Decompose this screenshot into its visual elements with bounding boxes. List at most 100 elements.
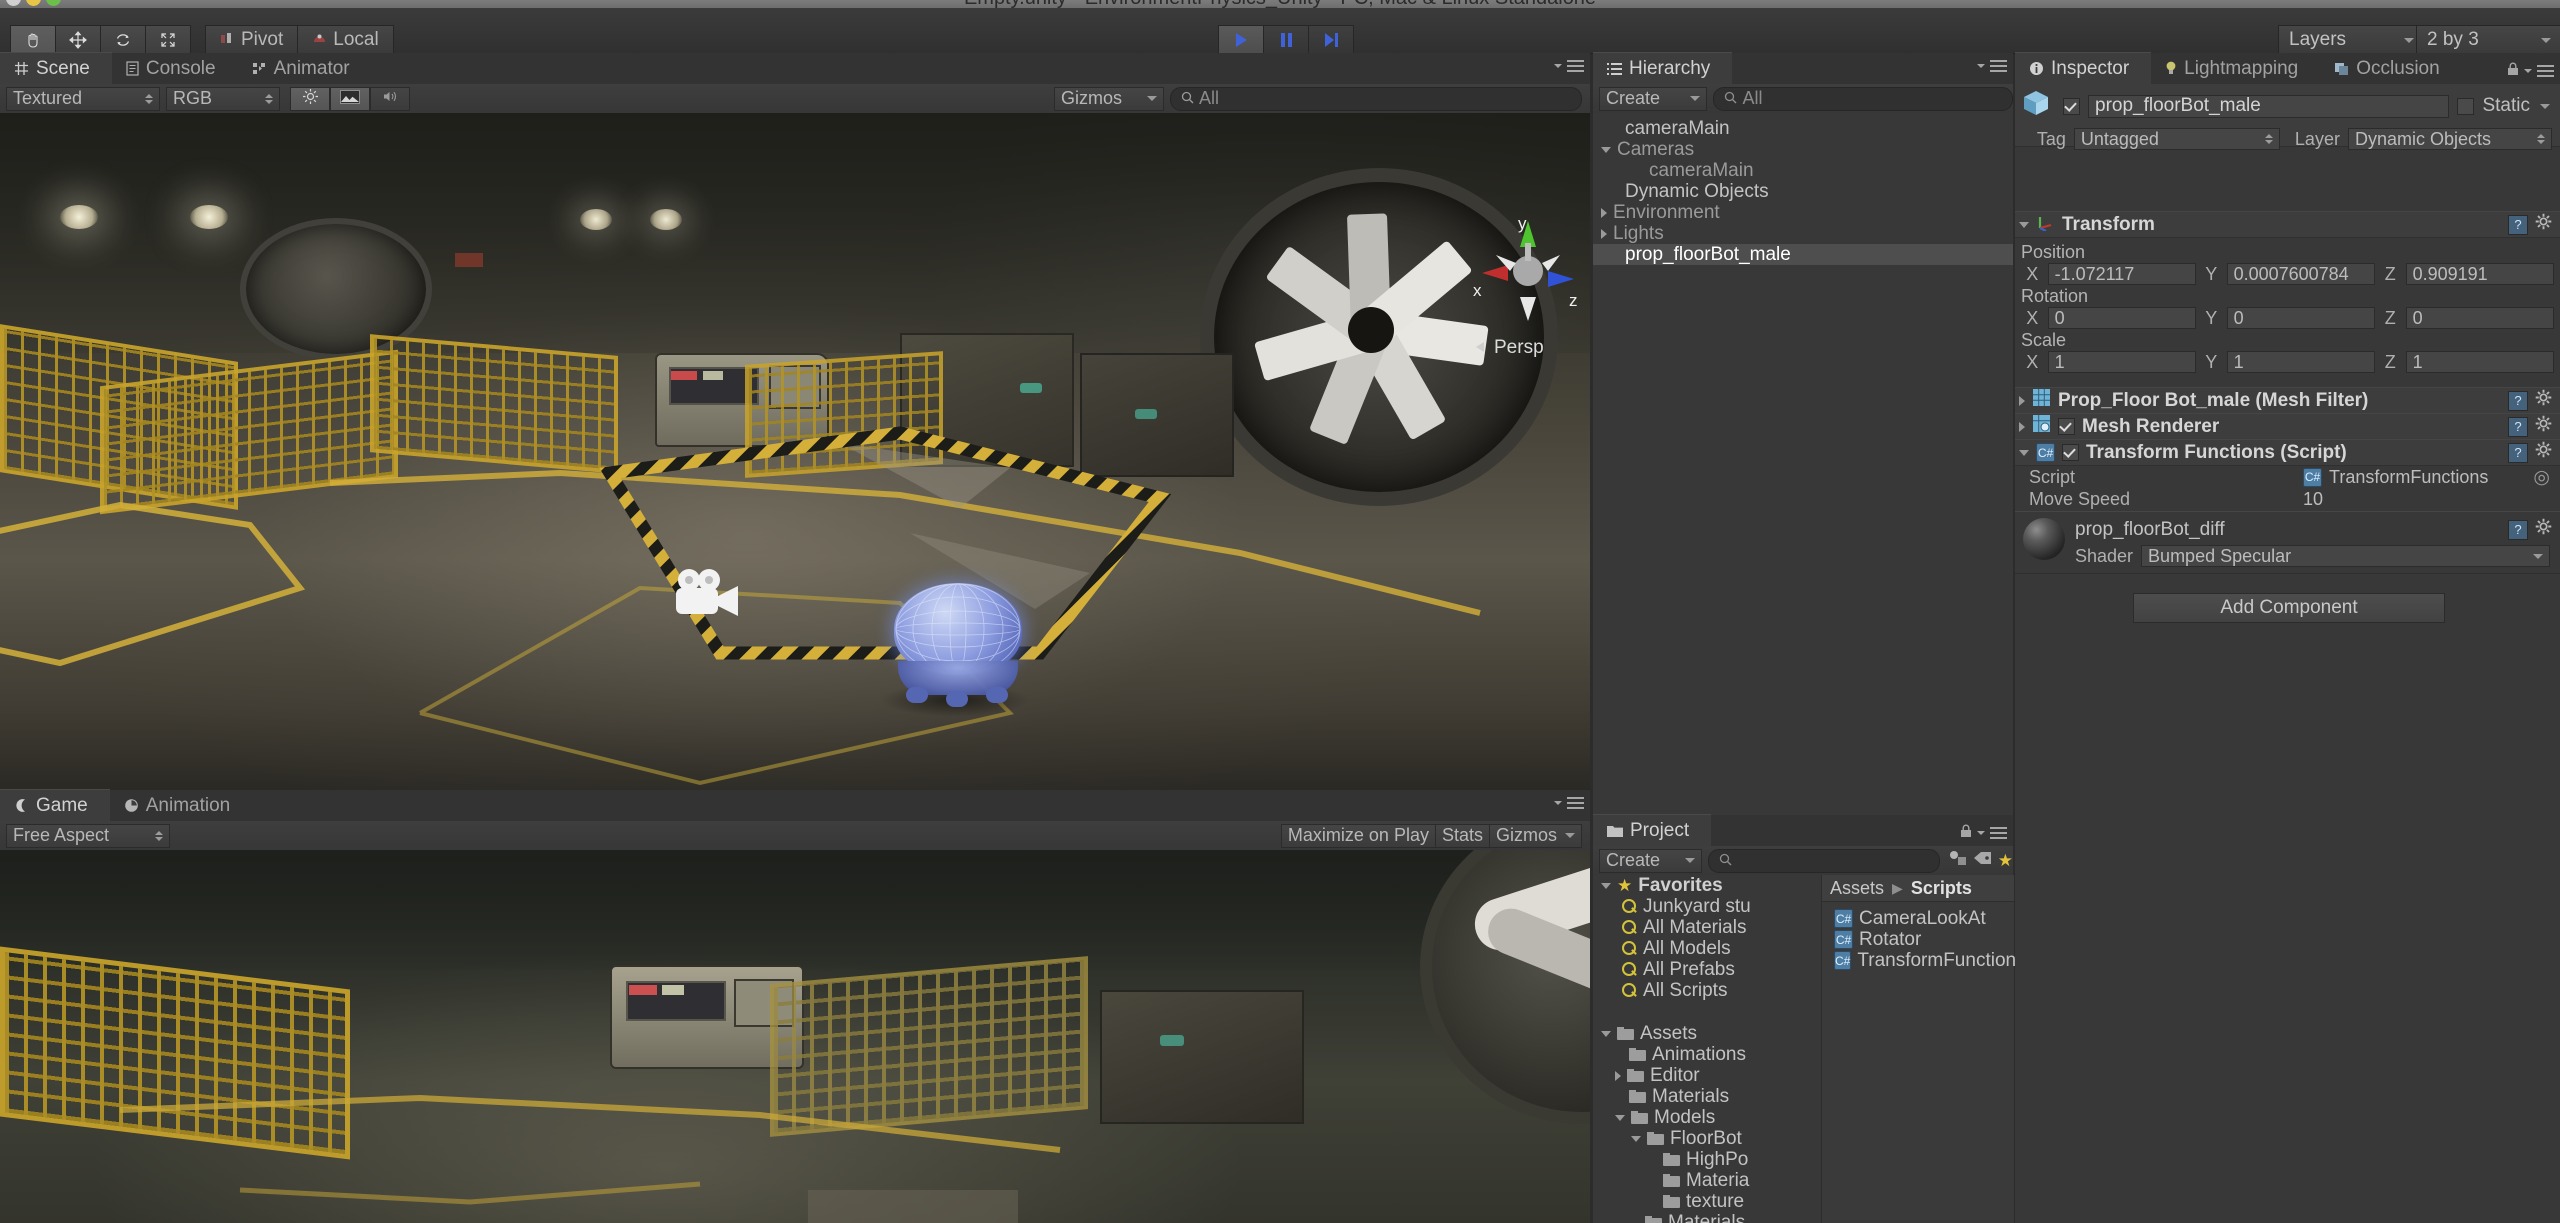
game-panel-menu[interactable] [1554,797,1584,809]
tab-inspector[interactable]: Inspector [2015,52,2152,84]
layers-dropdown[interactable]: Layers [2278,25,2425,55]
label-filter-icon[interactable] [1973,850,1992,872]
project-favorite-item[interactable]: Junkyard stu [1593,896,1821,917]
game-viewport[interactable] [0,850,1590,1223]
layer-dropdown[interactable]: Dynamic Objects [2347,128,2552,150]
render-mode-dropdown[interactable]: RGB [166,86,280,111]
hierarchy-create-button[interactable]: Create [1599,86,1708,111]
gear-icon[interactable] [2535,213,2552,236]
layout-dropdown[interactable]: 2 by 3 [2416,25,2560,55]
shader-dropdown[interactable]: Bumped Specular [2141,545,2550,567]
scene-camera-gizmo[interactable] [672,568,750,636]
rotation-y-field[interactable]: 0 [2226,307,2375,329]
chevron-down-icon[interactable] [2019,449,2029,456]
project-favorite-item[interactable]: All Prefabs [1593,959,1821,980]
help-icon[interactable]: ? [2508,390,2528,411]
chevron-down-icon[interactable] [1631,1135,1641,1142]
transform-header[interactable]: Transform ? [2015,211,2560,238]
material-name[interactable]: prop_floorBot_diff [2075,519,2225,541]
lock-icon[interactable] [2507,60,2519,82]
scene-audio-toggle[interactable] [370,86,410,111]
scene-panel-menu[interactable] [1554,60,1584,72]
scale-x-field[interactable]: 1 [2047,351,2196,373]
scene-viewport[interactable]: y x z Persp [0,113,1590,790]
hierarchy-item-cameras[interactable]: Cameras [1593,139,2013,160]
selected-object-robot[interactable] [888,583,1028,707]
chevron-right-icon[interactable] [1601,228,1607,239]
move-speed-value[interactable]: 10 [2303,489,2323,510]
rotation-x-field[interactable]: 0 [2047,307,2196,329]
tab-occlusion[interactable]: Occlusion [2320,53,2461,84]
tab-console[interactable]: Console [112,53,238,84]
chevron-down-icon[interactable] [1601,146,1611,153]
project-tree-item-models[interactable]: Models [1593,1107,1821,1128]
project-file-item[interactable]: C# TransformFunctions [1822,950,2026,971]
breadcrumb-assets[interactable]: Assets [1830,878,1884,899]
project-favorite-item[interactable]: All Scripts [1593,980,1821,1001]
project-favorite-item[interactable]: All Materials [1593,917,1821,938]
project-favorites-root[interactable]: ★ Favorites [1593,875,1821,896]
hierarchy-item-lights[interactable]: Lights [1593,223,2013,244]
add-component-button[interactable]: Add Component [2133,593,2445,623]
lock-icon[interactable] [1960,822,1972,844]
scene-search-input[interactable]: All [1170,86,1582,111]
hand-tool-button[interactable] [10,25,55,55]
project-create-button[interactable]: Create [1599,848,1702,873]
hierarchy-item-environment[interactable]: Environment [1593,202,2013,223]
local-toggle[interactable]: Local [297,25,394,55]
chevron-right-icon[interactable] [1601,207,1607,218]
hierarchy-tree[interactable]: cameraMain Cameras cameraMain Dynamic Ob… [1593,113,2013,820]
object-name-field[interactable]: prop_floorBot_male [2088,94,2450,118]
transform-functions-header[interactable]: C# Transform Functions (Script) ? [2015,439,2560,466]
scene-lighting-toggle[interactable] [290,86,330,111]
project-tree-item-floorbot[interactable]: FloorBot [1593,1128,1821,1149]
tag-dropdown[interactable]: Untagged [2073,128,2280,150]
breadcrumb-scripts[interactable]: Scripts [1911,878,1972,899]
scene-axis-gizmo[interactable]: y x z Persp [1468,213,1588,363]
scale-z-field[interactable]: 1 [2405,351,2554,373]
pause-button[interactable] [1263,25,1308,55]
tab-scene[interactable]: Scene [0,52,112,84]
hierarchy-item-prop-floorbot-male[interactable]: prop_floorBot_male [1593,244,2013,265]
tab-lightmapping[interactable]: Lightmapping [2151,53,2320,84]
gear-icon[interactable] [2535,389,2552,412]
favorite-star-icon[interactable]: ★ [1998,851,2013,871]
project-tree-item-editor[interactable]: Editor [1593,1065,1821,1086]
transform-functions-checkbox[interactable] [2062,444,2079,461]
chevron-down-icon[interactable] [1615,1114,1625,1121]
mesh-renderer-checkbox[interactable] [2058,418,2075,435]
hierarchy-item-cameramain-root[interactable]: cameraMain [1593,118,2013,139]
chevron-right-icon[interactable] [1615,1070,1621,1081]
project-tree-item-materials[interactable]: Materials [1593,1086,1821,1107]
project-panel-menu[interactable] [1960,822,2007,844]
object-picker-icon[interactable]: ◎ [2533,466,2560,489]
move-tool-button[interactable] [55,25,100,55]
game-gizmos-dropdown[interactable]: Gizmos [1489,823,1582,848]
project-file-item[interactable]: C# Rotator [1822,929,2014,950]
chevron-down-icon[interactable] [2019,221,2029,228]
chevron-down-icon[interactable] [1601,1030,1611,1037]
object-filter-icon[interactable] [1948,850,1967,872]
help-icon[interactable]: ? [2508,519,2528,540]
help-icon[interactable]: ? [2508,442,2528,463]
play-button[interactable] [1218,25,1263,55]
project-tree-item-materials-2[interactable]: Materials [1593,1212,1821,1223]
hierarchy-panel-menu[interactable] [1977,60,2007,72]
project-file-item[interactable]: C# CameraLookAt [1822,908,2014,929]
position-y-field[interactable]: 0.0007600784 [2226,263,2375,285]
object-enabled-checkbox[interactable] [2063,97,2080,115]
position-z-field[interactable]: 0.909191 [2405,263,2554,285]
hierarchy-item-dynamic-objects[interactable]: Dynamic Objects [1593,181,2013,202]
tab-animation[interactable]: Animation [110,790,253,821]
project-assets-root[interactable]: Assets [1593,1023,1821,1044]
hierarchy-search-input[interactable]: All [1713,86,2013,111]
rotate-tool-button[interactable] [100,25,145,55]
draw-mode-dropdown[interactable]: Textured [6,86,160,111]
chevron-down-icon[interactable] [2540,103,2550,109]
stats-toggle[interactable]: Stats [1435,823,1490,848]
chevron-down-icon[interactable] [1601,882,1611,889]
scale-tool-button[interactable] [145,25,191,55]
help-icon[interactable]: ? [2508,416,2528,437]
position-x-field[interactable]: -1.072117 [2047,263,2196,285]
mesh-filter-header[interactable]: Prop_Floor Bot_male (Mesh Filter) ? [2015,387,2560,414]
